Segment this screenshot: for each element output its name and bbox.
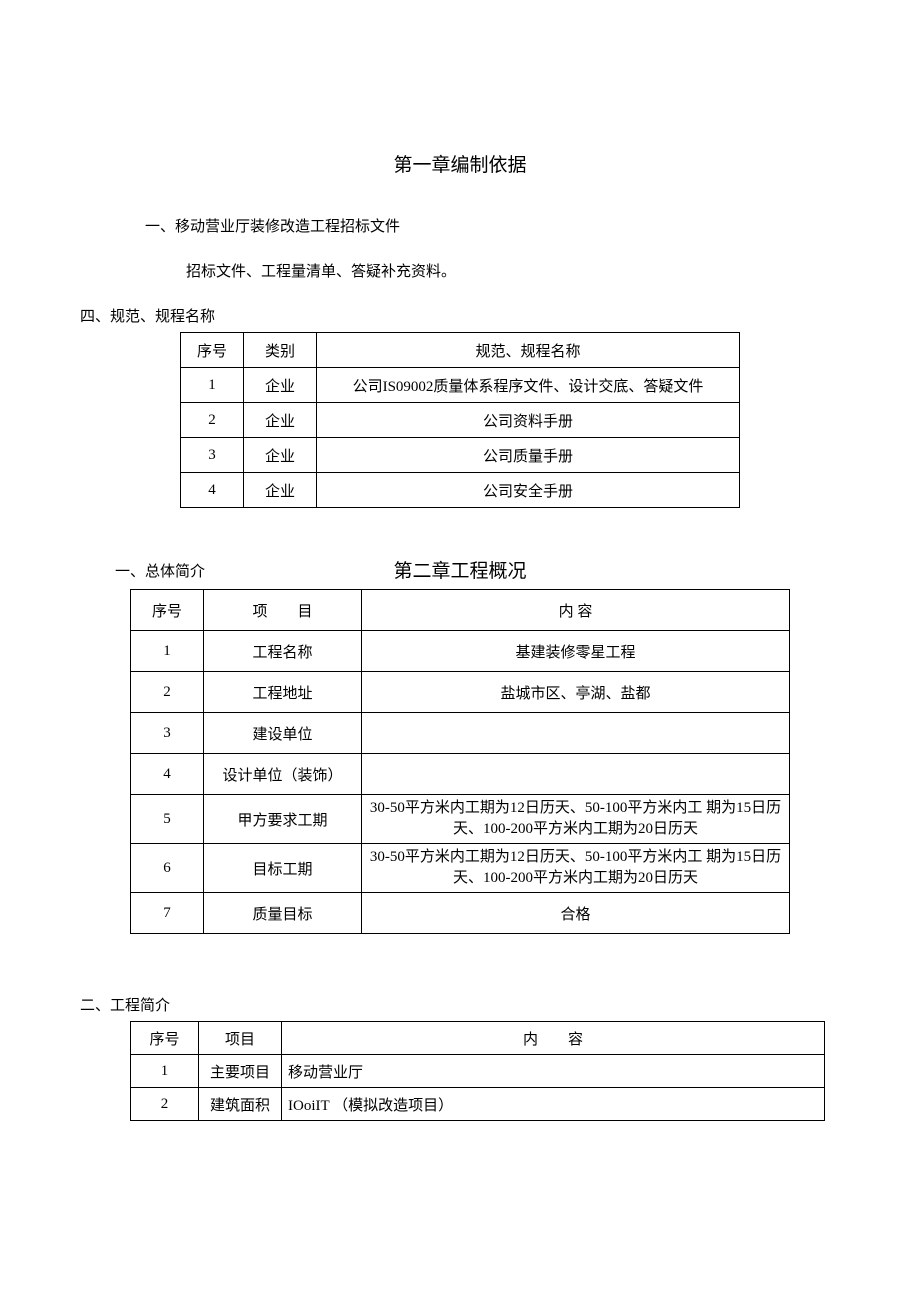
- table-row: 1 工程名称 基建装修零星工程: [131, 631, 790, 672]
- table-row: 2 企业 公司资料手册: [181, 403, 740, 438]
- table-row: 7 质量目标 合格: [131, 893, 790, 934]
- overview-table: 序号 项 目 内 容 1 工程名称 基建装修零星工程 2 工程地址 盐城市区、亭…: [130, 589, 790, 934]
- table-row: 2 建筑面积 IOoiIT （模拟改造项目）: [131, 1088, 825, 1121]
- col-cat: 类别: [244, 333, 317, 368]
- table-header-row: 序号 类别 规范、规程名称: [181, 333, 740, 368]
- table-row: 3 企业 公司质量手册: [181, 438, 740, 473]
- table-row: 4 企业 公司安全手册: [181, 473, 740, 508]
- table-row: 4 设计单位（装饰）: [131, 754, 790, 795]
- table-row: 6 目标工期 30-50平方米内工期为12日历天、50-100平方米内工 期为1…: [131, 844, 790, 893]
- chapter2-heading-block: 第二章工程概况 一、总体简介: [80, 556, 840, 583]
- chapter1-title: 第一章编制依据: [80, 150, 840, 177]
- project-intro-table: 序号 项目 内 容 1 主要项目 移动营业厅 2 建筑面积 IOoiIT （模拟…: [130, 1021, 825, 1121]
- col-seq: 序号: [131, 590, 204, 631]
- col-item: 项目: [199, 1022, 282, 1055]
- table-row: 2 工程地址 盐城市区、亭湖、盐都: [131, 672, 790, 713]
- col-seq: 序号: [181, 333, 244, 368]
- col-content: 内 容: [282, 1022, 825, 1055]
- col-seq: 序号: [131, 1022, 199, 1055]
- standards-table: 序号 类别 规范、规程名称 1 企业 公司IS09002质量体系程序文件、设计交…: [180, 332, 740, 508]
- table-row: 1 企业 公司IS09002质量体系程序文件、设计交底、答疑文件: [181, 368, 740, 403]
- project-intro-label: 二、工程简介: [80, 994, 840, 1015]
- col-name: 规范、规程名称: [317, 333, 740, 368]
- chapter1-line1: 一、移动营业厅装修改造工程招标文件: [145, 215, 840, 236]
- document-page: 第一章编制依据 一、移动营业厅装修改造工程招标文件 招标文件、工程量清单、答疑补…: [0, 0, 920, 1301]
- table-header-row: 序号 项 目 内 容: [131, 590, 790, 631]
- table-row: 5 甲方要求工期 30-50平方米内工期为12日历天、50-100平方米内工 期…: [131, 795, 790, 844]
- overview-label: 一、总体简介: [115, 560, 205, 581]
- section4-label: 四、规范、规程名称: [80, 305, 840, 326]
- table-row: 3 建设单位: [131, 713, 790, 754]
- col-item: 项 目: [204, 590, 362, 631]
- chapter1-line2: 招标文件、工程量清单、答疑补充资料。: [186, 260, 840, 281]
- table-header-row: 序号 项目 内 容: [131, 1022, 825, 1055]
- col-content: 内 容: [362, 590, 790, 631]
- table-row: 1 主要项目 移动营业厅: [131, 1055, 825, 1088]
